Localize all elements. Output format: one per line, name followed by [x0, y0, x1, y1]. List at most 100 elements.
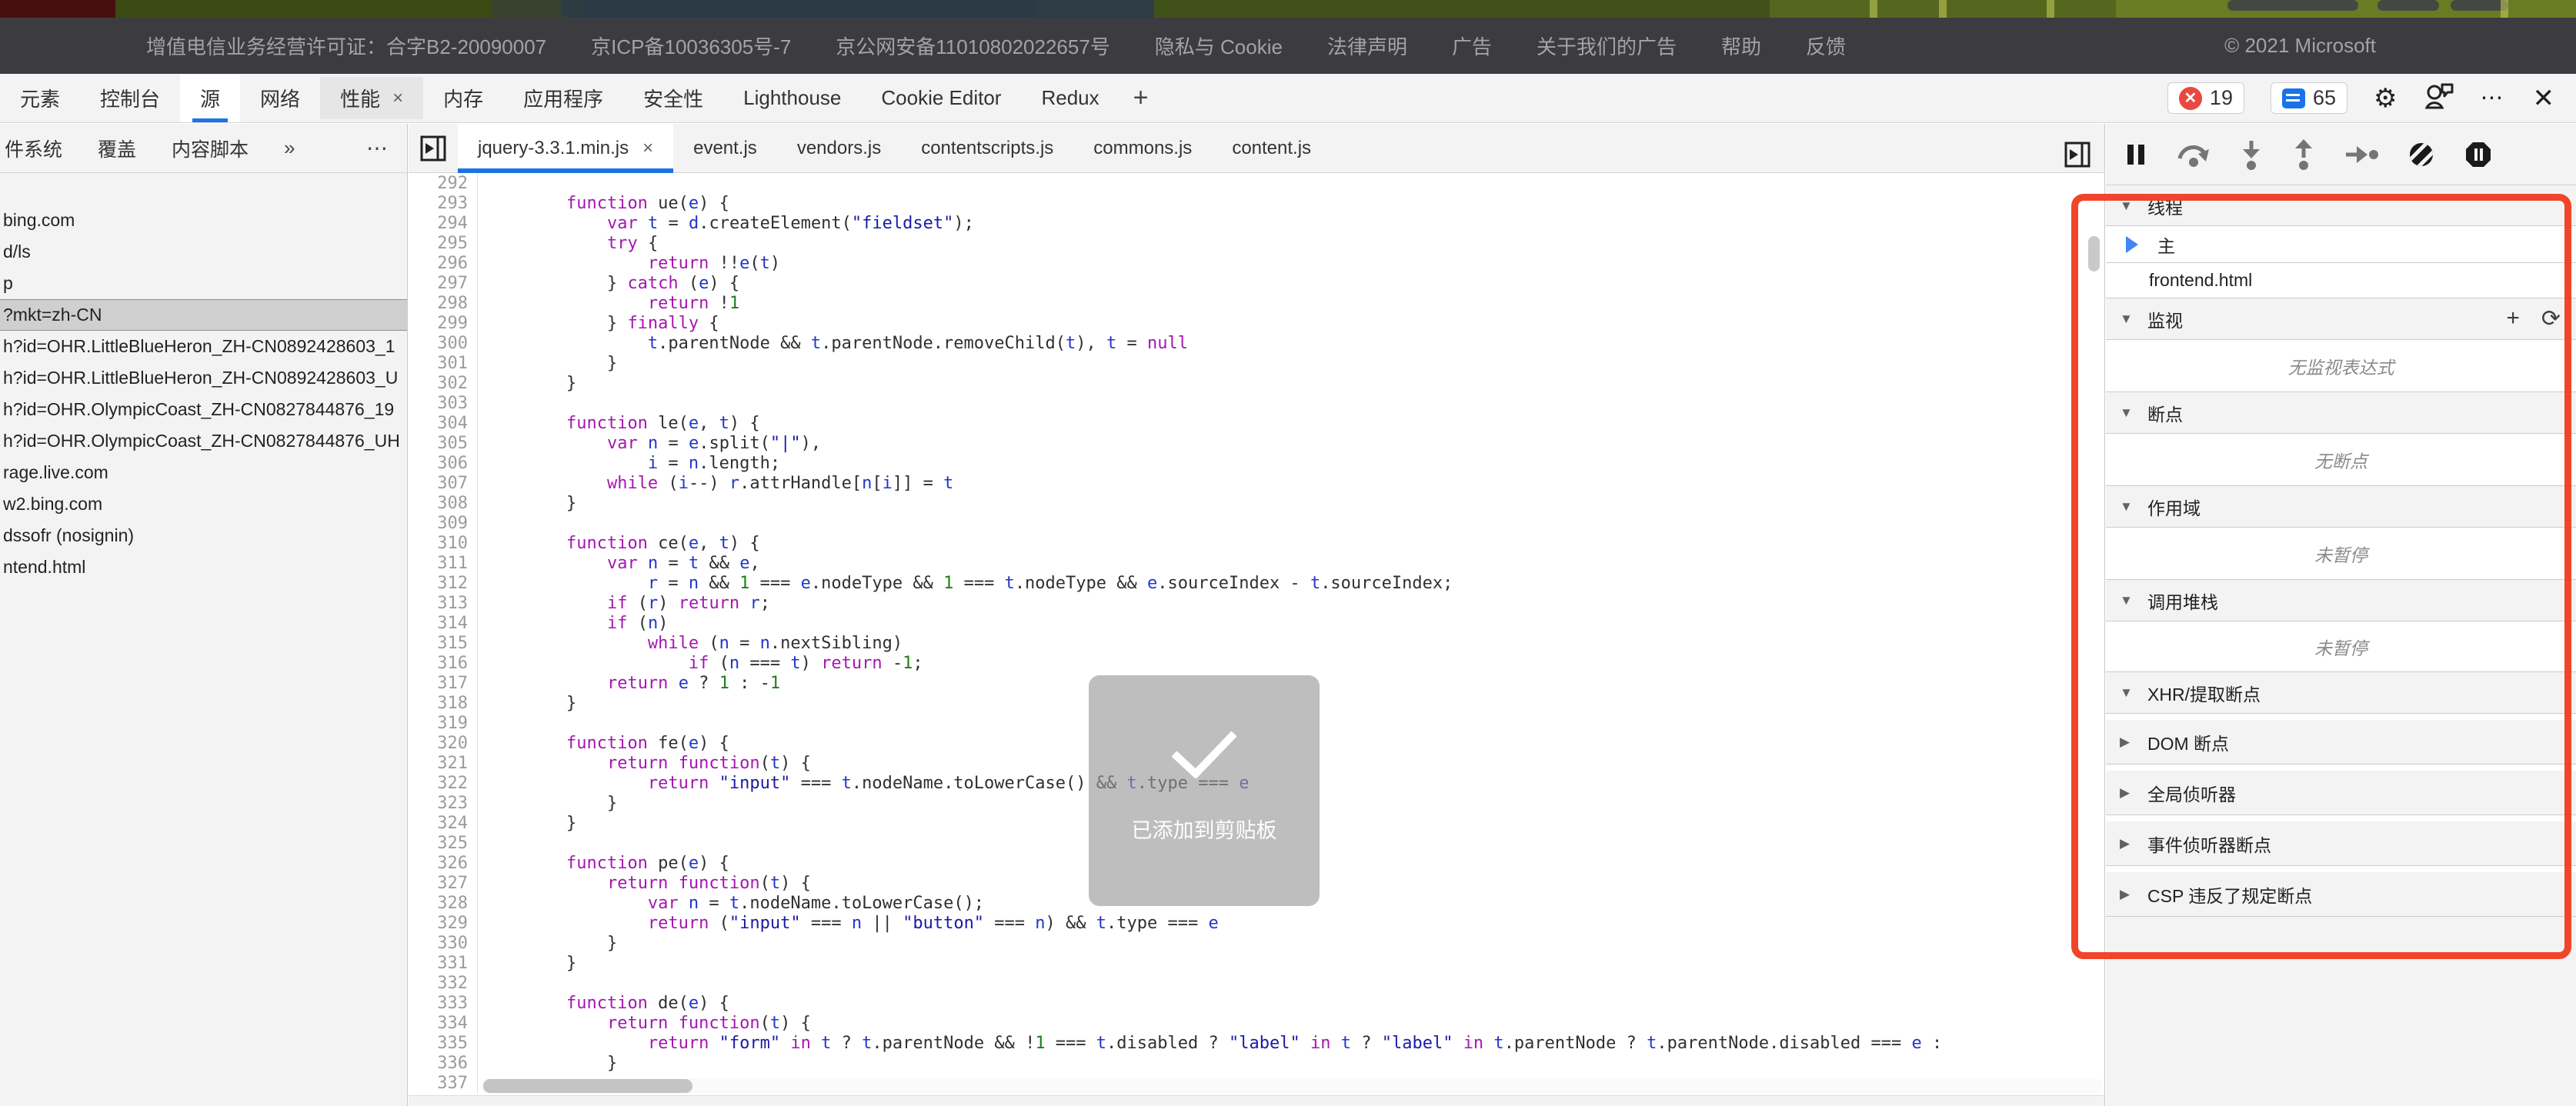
- line-number[interactable]: 297: [409, 274, 478, 294]
- pause-script-icon[interactable]: [2124, 142, 2147, 167]
- devtools-tab-安全性[interactable]: 安全性: [623, 74, 723, 122]
- section-header-监视[interactable]: ▼监视+⟳: [2106, 298, 2576, 340]
- triangle-expanded-icon[interactable]: ▼: [2120, 593, 2137, 608]
- line-number[interactable]: 292: [409, 174, 478, 194]
- file-tree-item[interactable]: dssofr (nosignin): [0, 520, 407, 551]
- line-number[interactable]: 306: [409, 454, 478, 474]
- line-number[interactable]: 299: [409, 314, 478, 334]
- file-tree-item[interactable]: p: [0, 268, 407, 299]
- devtools-tab-性能[interactable]: 性能×: [320, 77, 423, 119]
- line-number[interactable]: 336: [409, 1054, 478, 1074]
- triangle-collapsed-icon[interactable]: ▶: [2120, 836, 2137, 851]
- devtools-tab-应用程序[interactable]: 应用程序: [503, 74, 623, 122]
- step-icon[interactable]: [2344, 144, 2378, 165]
- editor-tab-jquery-3.3.1.min.js[interactable]: jquery-3.3.1.min.js×: [458, 124, 673, 172]
- line-number[interactable]: 293: [409, 194, 478, 214]
- section-header-DOM 断点[interactable]: ▶DOM 断点: [2106, 720, 2576, 765]
- line-number[interactable]: 301: [409, 354, 478, 374]
- editor-tab-contentscripts.js[interactable]: contentscripts.js: [901, 124, 1073, 172]
- triangle-expanded-icon[interactable]: ▼: [2120, 405, 2137, 421]
- line-number[interactable]: 337: [409, 1074, 478, 1094]
- editor-tab-content.js[interactable]: content.js: [1212, 124, 1331, 172]
- line-number[interactable]: 317: [409, 674, 478, 694]
- line-number[interactable]: 313: [409, 594, 478, 614]
- more-options-icon[interactable]: ⋯: [2481, 85, 2507, 112]
- footer-link[interactable]: 关于我们的广告: [1537, 32, 1677, 60]
- line-number[interactable]: 302: [409, 374, 478, 394]
- file-tree-item[interactable]: ntend.html: [0, 551, 407, 583]
- line-number[interactable]: 307: [409, 474, 478, 494]
- line-number[interactable]: 332: [409, 974, 478, 994]
- feedback-person-icon[interactable]: [2424, 82, 2454, 115]
- editor-horizontal-scrollbar[interactable]: [481, 1078, 2103, 1094]
- line-number[interactable]: 318: [409, 694, 478, 714]
- line-number[interactable]: 320: [409, 734, 478, 754]
- triangle-expanded-icon[interactable]: ▼: [2120, 198, 2137, 214]
- line-number[interactable]: 312: [409, 574, 478, 594]
- close-file-icon[interactable]: ×: [642, 138, 653, 159]
- line-number[interactable]: 308: [409, 494, 478, 514]
- file-tree-item[interactable]: h?id=OHR.OlympicCoast_ZH-CN0827844876_19: [0, 394, 407, 425]
- line-number[interactable]: 328: [409, 894, 478, 914]
- line-number[interactable]: 322: [409, 774, 478, 794]
- file-tree-item[interactable]: h?id=OHR.LittleBlueHeron_ZH-CN0892428603…: [0, 331, 407, 362]
- footer-link[interactable]: 增值电信业务经营许可证：合字B2-20090007: [146, 32, 546, 60]
- code-editor[interactable]: 292293 function ue(e) {294 var t = d.cre…: [409, 174, 2104, 1106]
- line-number[interactable]: 294: [409, 214, 478, 234]
- section-header-全局侦听器[interactable]: ▶全局侦听器: [2106, 771, 2576, 815]
- devtools-tab-内存[interactable]: 内存: [423, 74, 503, 122]
- section-header-事件侦听器断点[interactable]: ▶事件侦听器断点: [2106, 821, 2576, 866]
- step-into-icon[interactable]: [2240, 139, 2263, 170]
- console-message-badge[interactable]: 65: [2271, 82, 2347, 114]
- footer-link[interactable]: 反馈: [1806, 32, 1846, 60]
- triangle-expanded-icon[interactable]: ▼: [2120, 499, 2137, 515]
- close-devtools-icon[interactable]: ✕: [2533, 83, 2555, 114]
- file-tree-item[interactable]: w2.bing.com: [0, 488, 407, 520]
- file-tree-item[interactable]: bing.com: [0, 205, 407, 236]
- line-number[interactable]: 323: [409, 794, 478, 814]
- devtools-tab-元素[interactable]: 元素: [0, 74, 80, 122]
- file-tree-item[interactable]: h?id=OHR.LittleBlueHeron_ZH-CN0892428603…: [0, 362, 407, 394]
- line-number[interactable]: 303: [409, 394, 478, 414]
- step-out-icon[interactable]: [2292, 139, 2315, 170]
- line-number[interactable]: 334: [409, 1014, 478, 1034]
- thread-item[interactable]: frontend.html: [2106, 263, 2576, 298]
- file-tree-item[interactable]: d/ls: [0, 236, 407, 268]
- line-number[interactable]: 305: [409, 434, 478, 454]
- line-number[interactable]: 300: [409, 334, 478, 354]
- triangle-collapsed-icon[interactable]: ▶: [2120, 785, 2137, 801]
- section-header-调用堆栈[interactable]: ▼调用堆栈: [2106, 580, 2576, 621]
- editor-tab-commons.js[interactable]: commons.js: [1073, 124, 1212, 172]
- pause-on-exceptions-icon[interactable]: [2464, 141, 2492, 168]
- footer-link[interactable]: 隐私与 Cookie: [1155, 32, 1283, 60]
- devtools-tab-+[interactable]: +: [1119, 74, 1163, 122]
- footer-link[interactable]: 京公网安备11010802022657号: [836, 32, 1110, 60]
- error-count-badge[interactable]: ✕ 19: [2167, 82, 2244, 114]
- line-number[interactable]: 329: [409, 914, 478, 934]
- devtools-tab-源[interactable]: 源: [180, 74, 240, 122]
- line-number[interactable]: 298: [409, 294, 478, 314]
- triangle-expanded-icon[interactable]: ▼: [2120, 685, 2137, 701]
- navigator-tab-overrides[interactable]: 覆盖: [98, 135, 136, 162]
- line-number[interactable]: 315: [409, 634, 478, 654]
- line-number[interactable]: 314: [409, 614, 478, 634]
- navigator-overflow-chevron-icon[interactable]: »: [284, 136, 295, 160]
- settings-gear-icon[interactable]: ⚙: [2374, 83, 2397, 114]
- section-header-作用域[interactable]: ▼作用域: [2106, 486, 2576, 528]
- step-over-icon[interactable]: [2177, 142, 2211, 168]
- file-tree-item[interactable]: rage.live.com: [0, 457, 407, 488]
- file-tree-item[interactable]: h?id=OHR.OlympicCoast_ZH-CN0827844876_UH: [0, 425, 407, 457]
- footer-link[interactable]: 京ICP备10036305号-7: [591, 32, 791, 60]
- triangle-expanded-icon[interactable]: ▼: [2120, 311, 2137, 327]
- triangle-collapsed-icon[interactable]: ▶: [2120, 735, 2137, 750]
- editor-tab-vendors.js[interactable]: vendors.js: [777, 124, 901, 172]
- line-number[interactable]: 295: [409, 234, 478, 254]
- line-number[interactable]: 327: [409, 874, 478, 894]
- line-number[interactable]: 326: [409, 854, 478, 874]
- toggle-debugger-sidebar-icon[interactable]: [2064, 142, 2090, 168]
- footer-link[interactable]: 广告: [1452, 32, 1492, 60]
- add-watch-icon[interactable]: +: [2506, 305, 2520, 332]
- editor-vertical-scrollbar[interactable]: [2088, 236, 2100, 272]
- devtools-tab-控制台[interactable]: 控制台: [80, 74, 180, 122]
- navigator-tab-filesystem[interactable]: 件系统: [5, 135, 62, 162]
